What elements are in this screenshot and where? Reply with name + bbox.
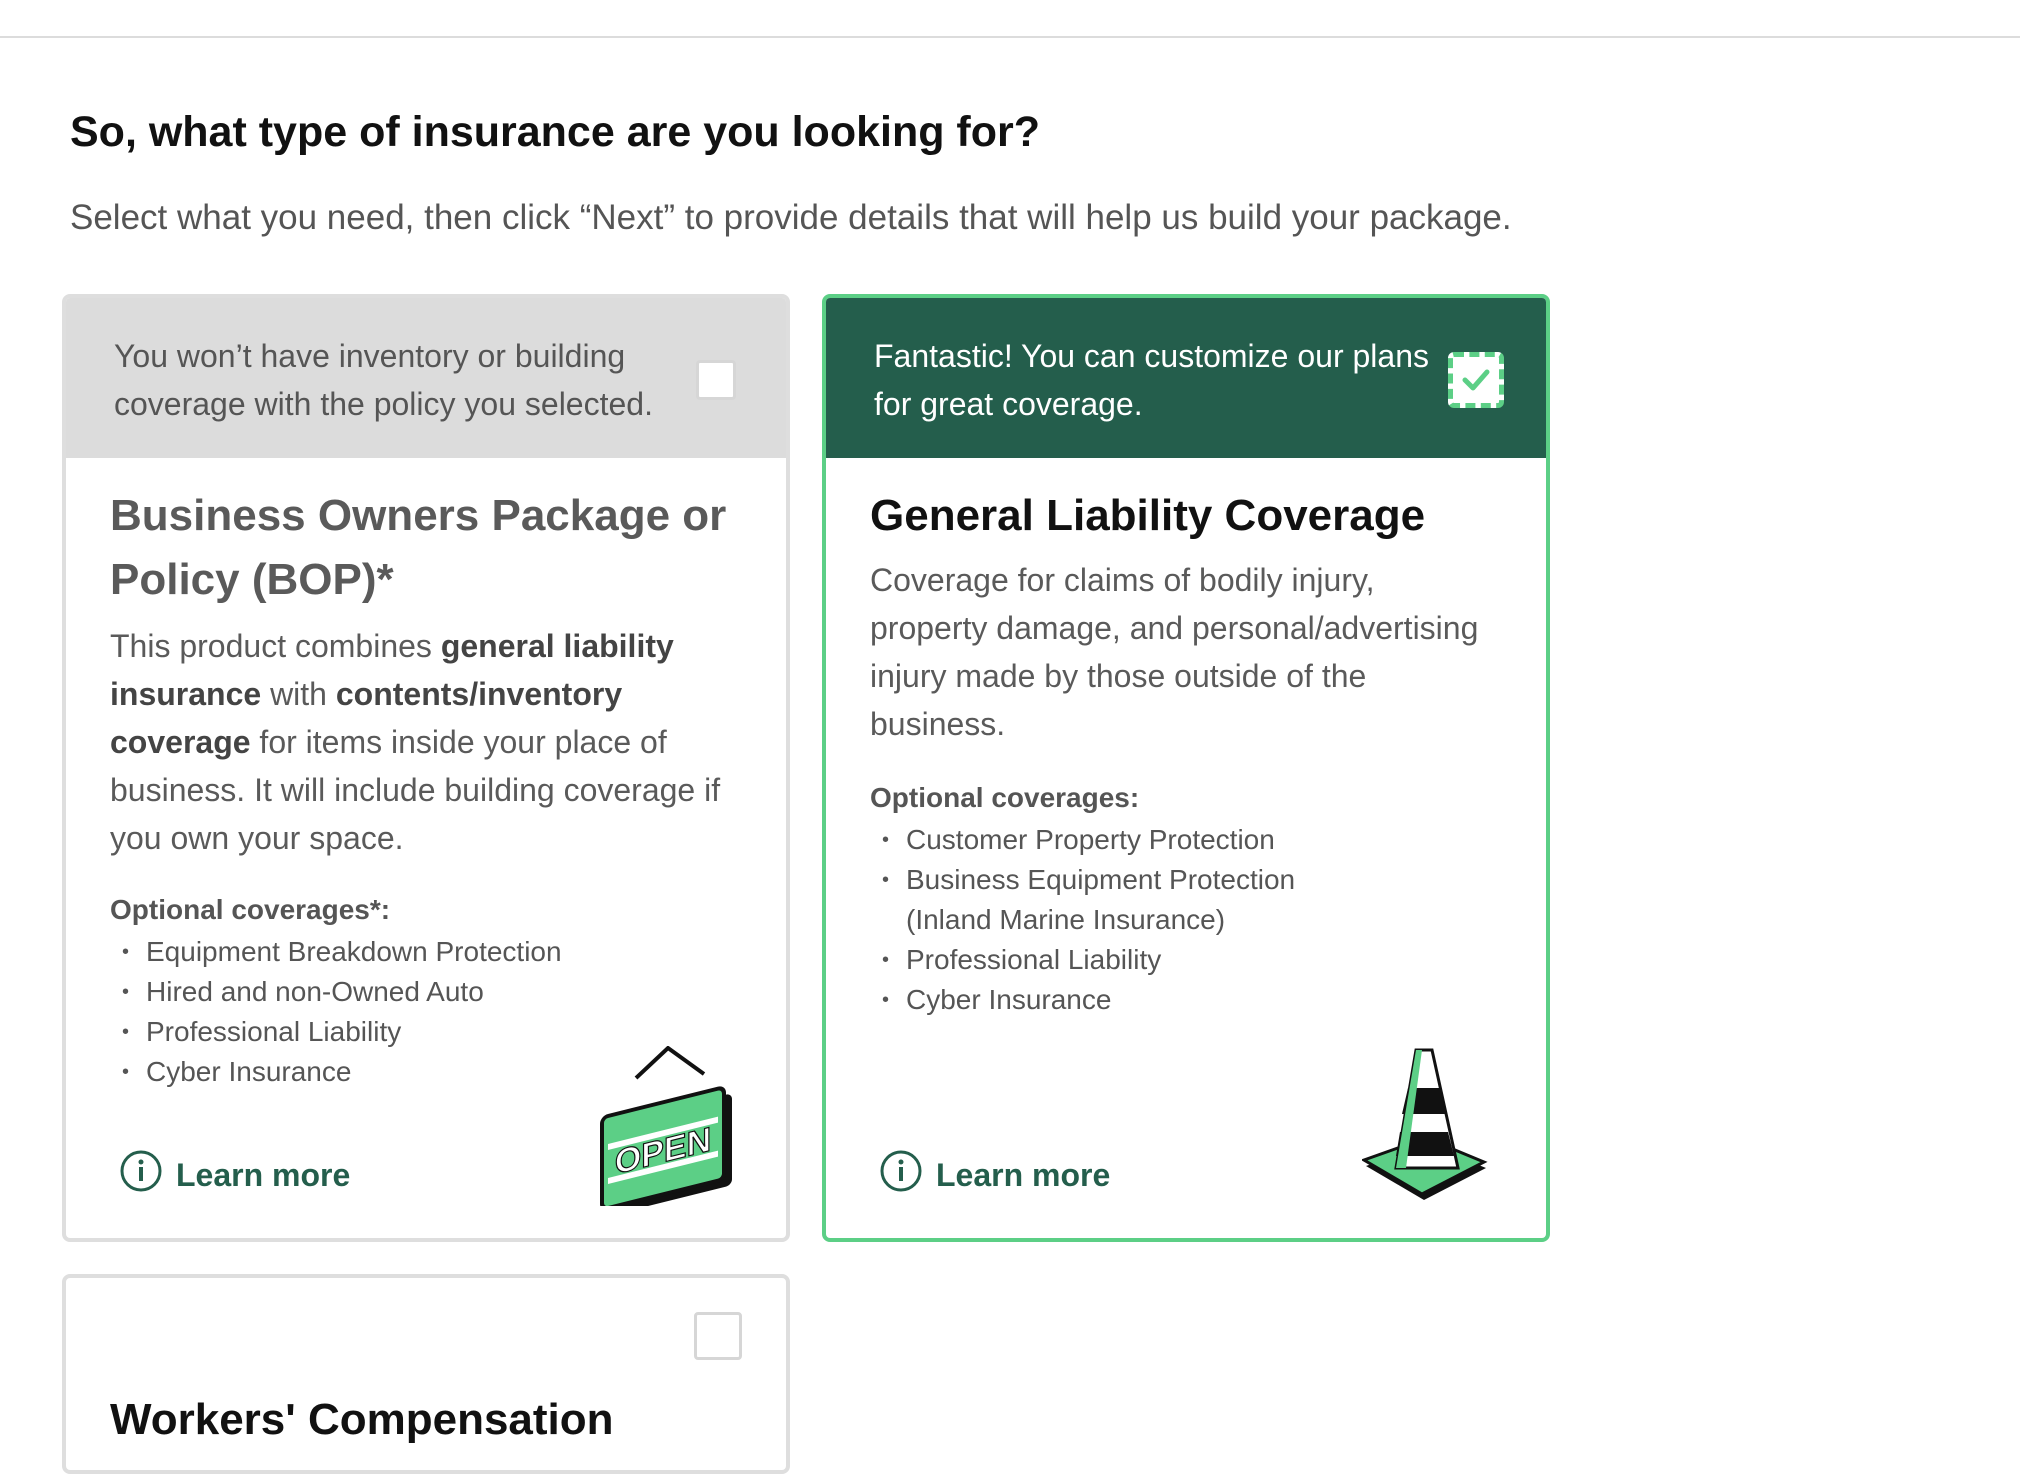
card-bop-optional-list: Equipment Breakdown Protection Hired and… — [110, 932, 562, 1092]
card-bop-description: This product combines general liability … — [110, 622, 750, 862]
card-general-liability[interactable]: Fantastic! You can customize our plans f… — [822, 294, 1550, 1242]
list-item: Cyber Insurance — [110, 1052, 562, 1092]
open-sign-icon: OPEN — [596, 1045, 736, 1215]
card-gl-checkbox[interactable] — [1448, 352, 1504, 408]
learn-more-label: Learn more — [176, 1156, 351, 1193]
list-item: Professional Liability — [870, 940, 1330, 980]
list-item: Hired and non-Owned Auto — [110, 972, 562, 1012]
list-item: Customer Property Protection — [870, 820, 1330, 860]
card-wc-checkbox[interactable] — [694, 1312, 742, 1360]
card-bop[interactable]: You won’t have inventory or building cov… — [62, 294, 790, 1242]
info-icon — [120, 1150, 162, 1200]
check-icon — [1457, 361, 1495, 399]
page-title: So, what type of insurance are you looki… — [70, 108, 1041, 156]
card-workers-comp[interactable]: Workers' Compensation — [62, 1274, 790, 1474]
card-bop-checkbox[interactable] — [696, 360, 736, 400]
list-item: Equipment Breakdown Protection — [110, 932, 562, 972]
card-gl-banner-text: Fantastic! You can customize our plans f… — [874, 338, 1429, 422]
card-bop-banner-text: You won’t have inventory or building cov… — [114, 338, 653, 422]
traffic-cone-icon — [1360, 1044, 1492, 1209]
card-gl-optional-list: Customer Property Protection Business Eq… — [870, 820, 1330, 1020]
info-icon — [880, 1150, 922, 1200]
card-gl-optional-label: Optional coverages: — [870, 782, 1140, 813]
list-item: Business Equipment Protection (Inland Ma… — [870, 860, 1330, 940]
card-gl-title: General Liability Coverage — [870, 491, 1426, 540]
learn-more-label: Learn more — [936, 1156, 1111, 1193]
card-bop-desc-text-2: with — [261, 676, 336, 712]
list-item: Cyber Insurance — [870, 980, 1330, 1020]
card-gl-learn-more-link[interactable]: Learn more — [880, 1150, 1110, 1200]
card-bop-title: Business Owners Package or Policy (BOP)* — [110, 491, 727, 604]
list-item: Professional Liability — [110, 1012, 562, 1052]
page-instructions: Select what you need, then click “Next” … — [70, 198, 1512, 237]
card-gl-description: Coverage for claims of bodily injury, pr… — [870, 562, 1479, 742]
card-bop-optional-label: Optional coverages*: — [110, 894, 391, 925]
card-gl-banner: Fantastic! You can customize our plans f… — [826, 298, 1546, 458]
card-bop-desc-text-1: This product combines — [110, 628, 441, 664]
card-wc-title: Workers' Compensation — [110, 1395, 614, 1444]
header-divider — [0, 36, 2020, 38]
card-bop-banner: You won’t have inventory or building cov… — [66, 298, 786, 458]
card-bop-learn-more-link[interactable]: Learn more — [120, 1150, 350, 1200]
